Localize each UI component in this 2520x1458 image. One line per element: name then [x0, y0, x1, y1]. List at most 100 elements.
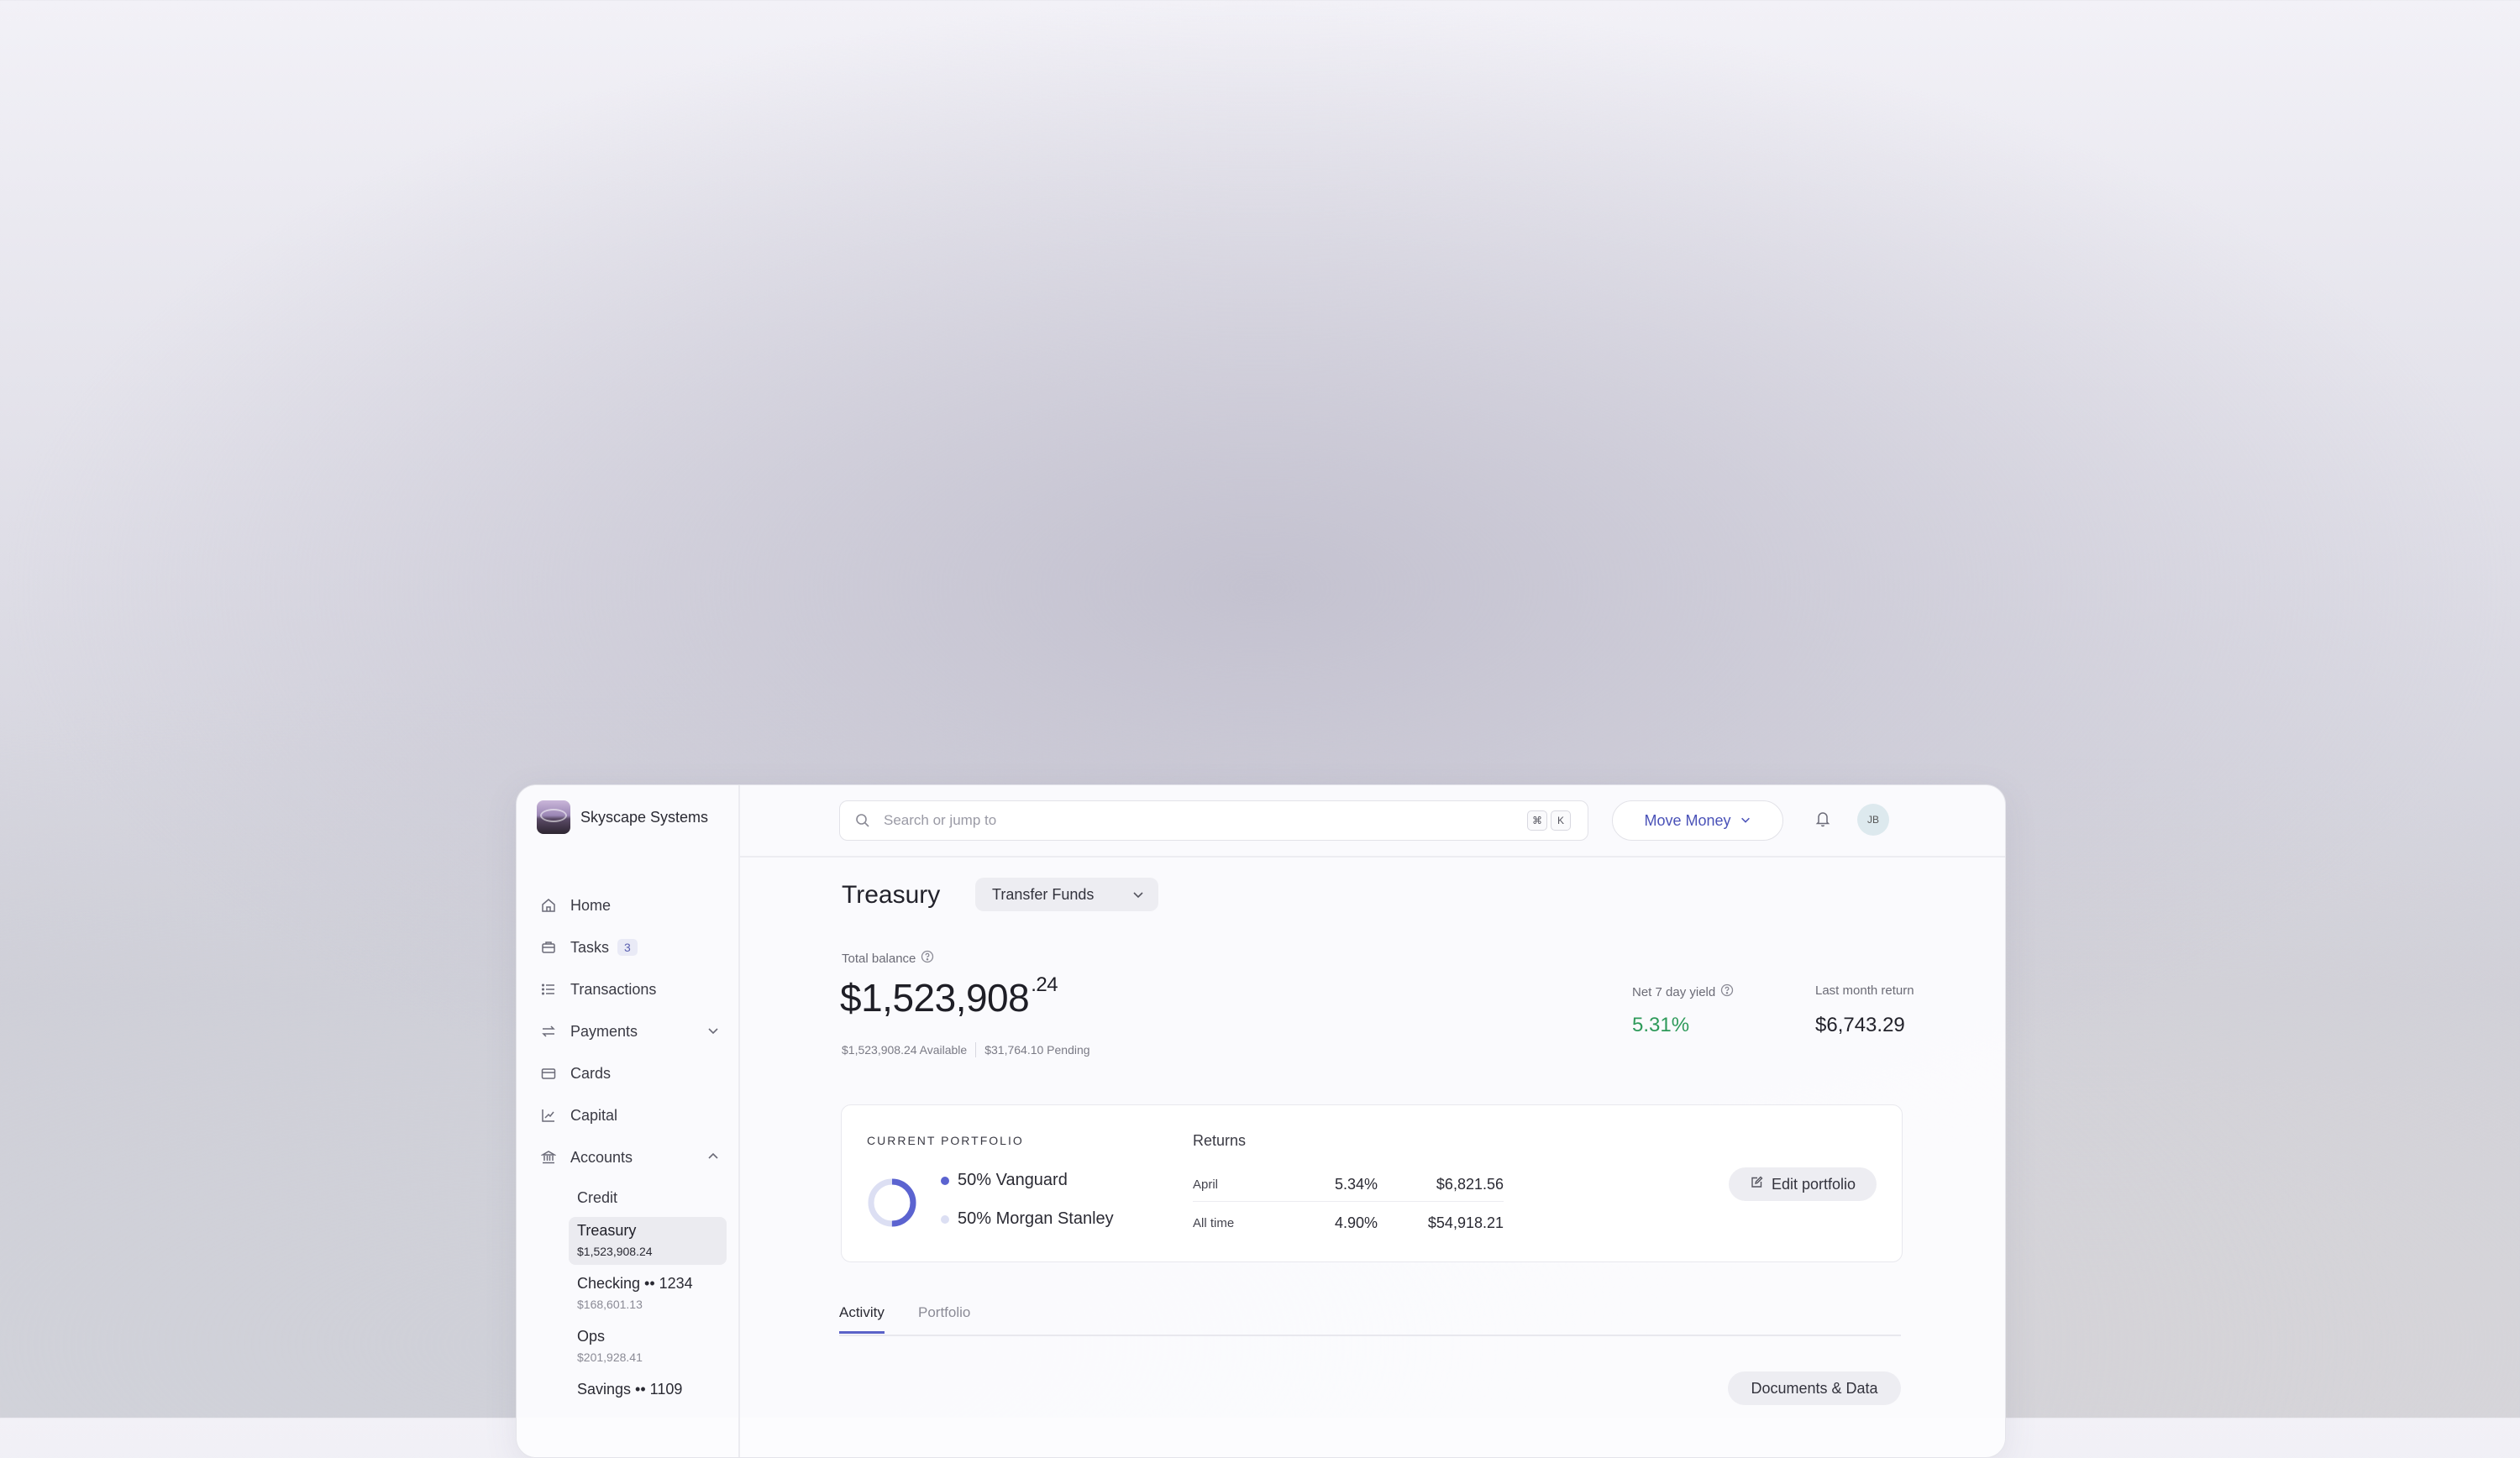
list-icon	[540, 981, 557, 998]
last-month-return-value: $6,743.29	[1815, 1014, 1905, 1036]
app-window: Skyscape Systems Home Tasks 3 Transactio…	[516, 784, 2006, 1458]
total-balance-cents: .24	[1031, 973, 1058, 996]
returns-row: All time 4.90% $54,918.21	[1193, 1204, 1504, 1241]
bank-icon	[540, 1149, 557, 1166]
returns-percent: 4.90%	[1334, 1214, 1378, 1231]
move-money-button[interactable]: Move Money	[1612, 800, 1783, 841]
main-content: Treasury Transfer Funds Total balance $1…	[738, 856, 2005, 1457]
yield-value: 5.31%	[1632, 1014, 1690, 1036]
holding-vanguard: 50% Vanguard	[941, 1171, 1068, 1190]
sidebar-item-cards[interactable]: Cards	[540, 1052, 727, 1094]
divider	[1193, 1201, 1504, 1202]
sidebar-nav: Home Tasks 3 Transactions Payments Cards…	[540, 884, 727, 1410]
transfer-funds-label: Transfer Funds	[992, 885, 1095, 903]
sidebar-item-accounts[interactable]: Accounts	[540, 1136, 727, 1178]
returns-amount: $6,821.56	[1436, 1175, 1504, 1193]
tab-activity[interactable]: Activity	[839, 1304, 885, 1334]
sidebar-item-transactions[interactable]: Transactions	[540, 968, 727, 1010]
tab-portfolio[interactable]: Portfolio	[918, 1304, 970, 1331]
account-balance: $168,601.13	[577, 1298, 643, 1311]
chevron-down-icon[interactable]	[706, 1024, 720, 1041]
sidebar: Skyscape Systems Home Tasks 3 Transactio…	[517, 785, 740, 1457]
arrows-icon	[540, 1023, 557, 1040]
account-item-credit[interactable]: Credit	[569, 1178, 727, 1217]
holding-morgan-stanley: 50% Morgan Stanley	[941, 1209, 1114, 1229]
holding-label: 50% Vanguard	[958, 1171, 1068, 1189]
home-icon	[540, 897, 557, 914]
card-icon	[540, 1065, 557, 1082]
sidebar-item-capital[interactable]: Capital	[540, 1094, 727, 1136]
page-title: Treasury	[842, 881, 941, 909]
returns-percent: 5.34%	[1334, 1175, 1378, 1193]
sidebar-item-label: Capital	[570, 1106, 618, 1124]
total-balance-label-text: Total balance	[842, 951, 916, 966]
total-balance-label: Total balance	[842, 950, 934, 967]
edit-portfolio-button[interactable]: Edit portfolio	[1729, 1167, 1877, 1201]
sidebar-item-label: Accounts	[570, 1148, 633, 1166]
shortcut-k-key: K	[1551, 810, 1571, 831]
account-name: Credit	[577, 1188, 618, 1206]
total-balance: $1,523,908.24	[840, 973, 1058, 1020]
portfolio-label: CURRENT PORTFOLIO	[867, 1134, 1024, 1147]
bell-icon[interactable]	[1815, 810, 1830, 831]
divider	[975, 1042, 977, 1057]
returns-period: April	[1193, 1177, 1219, 1192]
legend-dot	[941, 1176, 949, 1185]
account-balance: $201,928.41	[577, 1350, 643, 1364]
tasks-icon	[540, 939, 557, 956]
yield-label: Net 7 day yield	[1632, 983, 1734, 1000]
edit-portfolio-label: Edit portfolio	[1771, 1175, 1856, 1193]
content-tabs: Activity Portfolio	[839, 1301, 1901, 1336]
search-input[interactable]	[882, 811, 1490, 830]
portfolio-card: CURRENT PORTFOLIO 50% Vanguard 50% Morga…	[841, 1104, 1903, 1262]
search-icon	[855, 813, 870, 828]
avatar[interactable]: JB	[1857, 804, 1889, 836]
returns-heading: Returns	[1193, 1132, 1247, 1149]
yield-label-text: Net 7 day yield	[1632, 984, 1716, 999]
documents-data-button[interactable]: Documents & Data	[1728, 1371, 1901, 1405]
help-icon[interactable]	[1720, 983, 1734, 1000]
accounts-submenu: Credit Treasury $1,523,908.24 Checking •…	[569, 1178, 727, 1405]
returns-period: All time	[1193, 1215, 1235, 1230]
last-month-return-label: Last month return	[1815, 983, 1914, 998]
brand-name: Skyscape Systems	[580, 808, 709, 826]
search-bar[interactable]: ⌘ K	[839, 800, 1588, 841]
account-name: Checking •• 1234	[577, 1275, 693, 1292]
topbar: ⌘ K Move Money JB	[738, 785, 2005, 857]
chevron-up-icon[interactable]	[706, 1150, 720, 1167]
legend-dot	[941, 1214, 949, 1224]
brand-logo	[537, 800, 570, 834]
account-name: Savings •• 1109	[577, 1381, 683, 1398]
sidebar-item-payments[interactable]: Payments	[540, 1010, 727, 1052]
returns-amount: $54,918.21	[1427, 1214, 1504, 1231]
account-item-savings[interactable]: Savings •• 1109	[569, 1376, 727, 1405]
sidebar-item-label: Transactions	[570, 980, 657, 998]
account-item-treasury[interactable]: Treasury $1,523,908.24	[569, 1217, 727, 1265]
allocation-donut	[868, 1178, 916, 1227]
chevron-down-icon	[1740, 812, 1751, 830]
chart-icon	[540, 1107, 557, 1124]
sidebar-item-label: Home	[570, 896, 612, 914]
account-item-ops[interactable]: Ops $201,928.41	[569, 1323, 727, 1371]
account-name: Ops	[577, 1328, 606, 1345]
total-balance-main: $1,523,908	[840, 976, 1030, 1020]
holding-label: 50% Morgan Stanley	[958, 1209, 1114, 1228]
chevron-down-icon	[1131, 888, 1145, 905]
move-money-label: Move Money	[1644, 811, 1731, 829]
pending-balance: $31,764.10 Pending	[984, 1043, 1090, 1057]
sidebar-item-tasks[interactable]: Tasks 3	[540, 926, 727, 968]
shortcut-cmd-key: ⌘	[1527, 810, 1547, 831]
sidebar-item-label: Payments	[570, 1022, 638, 1040]
account-item-checking[interactable]: Checking •• 1234 $168,601.13	[569, 1270, 727, 1318]
transfer-funds-dropdown[interactable]: Transfer Funds	[975, 878, 1158, 911]
balance-breakdown: $1,523,908.24 Available $31,764.10 Pendi…	[842, 1042, 1090, 1057]
account-name: Treasury	[577, 1222, 637, 1239]
brand[interactable]: Skyscape Systems	[537, 800, 708, 834]
edit-icon	[1750, 1176, 1763, 1193]
account-balance: $1,523,908.24	[577, 1245, 653, 1258]
tasks-count-badge: 3	[617, 939, 638, 956]
returns-row: April 5.34% $6,821.56	[1193, 1166, 1504, 1203]
sidebar-item-label: Tasks	[570, 938, 610, 956]
help-icon[interactable]	[921, 950, 934, 967]
sidebar-item-home[interactable]: Home	[540, 884, 727, 926]
